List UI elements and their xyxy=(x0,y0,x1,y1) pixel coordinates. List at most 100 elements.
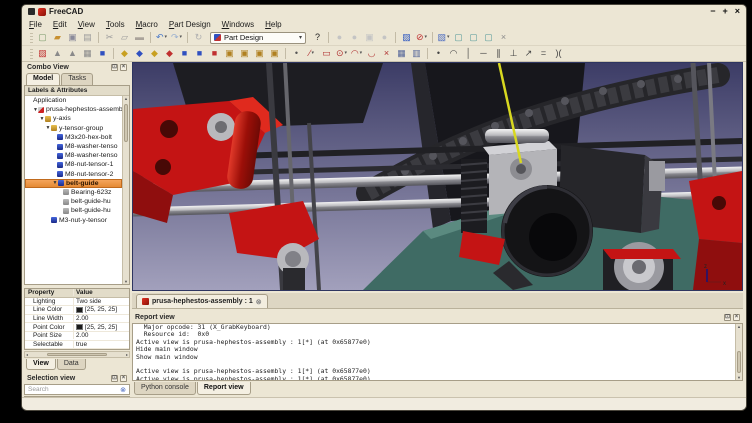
document-tab[interactable]: prusa-hephestos-assembly : 1 ⊗ xyxy=(136,294,268,308)
stop-operation-icon[interactable]: ⊘▾ xyxy=(415,31,428,44)
paste-icon[interactable]: ▬ xyxy=(133,31,146,44)
tree-item-m8-nut-tensor-2[interactable]: M8-nut-tensor-2 xyxy=(25,170,122,179)
chevron-down-icon[interactable]: ▾ xyxy=(165,31,168,44)
carbon-copy-icon[interactable]: ▥ xyxy=(410,47,423,60)
sketch-line-icon[interactable]: ∕▾ xyxy=(305,47,318,60)
dock-close-icon[interactable]: × xyxy=(120,375,127,382)
property-value[interactable]: 2.00 xyxy=(73,332,129,339)
tree-item-belt-guide[interactable]: ▼belt-guide xyxy=(25,179,122,188)
macro-play-icon[interactable]: ● xyxy=(378,31,391,44)
zoom-region-icon[interactable]: ▢ xyxy=(482,31,495,44)
whats-this-icon[interactable]: ? xyxy=(311,31,324,44)
view-sketch-icon[interactable]: ▦ xyxy=(81,47,94,60)
redo-icon[interactable]: ↷▾ xyxy=(170,31,183,44)
tab-report-view[interactable]: Report view xyxy=(197,382,251,395)
new-file-icon[interactable]: ▢ xyxy=(36,31,49,44)
revolution-icon[interactable]: ◆ xyxy=(133,47,146,60)
pocket-icon[interactable]: ◆ xyxy=(148,47,161,60)
dock-close-icon[interactable]: × xyxy=(120,64,127,71)
close-icon[interactable]: × xyxy=(735,7,740,16)
constraint-tangent-icon[interactable]: ↗ xyxy=(522,47,535,60)
tree-item-m3-nut-y-tensor[interactable]: M3-nut-y-tensor xyxy=(25,215,122,224)
constraint-perpendicular-icon[interactable]: ⊥ xyxy=(507,47,520,60)
sketch-trim-icon[interactable]: × xyxy=(380,47,393,60)
dock-float-icon[interactable]: ⊡ xyxy=(111,375,118,382)
workbench-selector[interactable]: Part Design▾ xyxy=(210,32,306,44)
menu-macro[interactable]: Macro xyxy=(131,19,163,30)
constraint-vertical-icon[interactable]: │ xyxy=(462,47,475,60)
fit-all-icon[interactable]: ▢ xyxy=(452,31,465,44)
constraint-arc-icon[interactable]: ◠ xyxy=(447,47,460,60)
report-scrollbar[interactable]: ▲ ▼ xyxy=(735,324,742,380)
tree-item-belt-guide-hu[interactable]: belt-guide-hu xyxy=(25,206,122,215)
pad-icon[interactable]: ◆ xyxy=(118,47,131,60)
sketch-conics-icon[interactable]: ⊙▾ xyxy=(335,47,348,60)
undo-icon[interactable]: ↶▾ xyxy=(155,31,168,44)
create-sketch-icon[interactable]: ▨ xyxy=(36,47,49,60)
property-value[interactable]: true xyxy=(73,341,129,348)
menu-part-design[interactable]: Part Design xyxy=(164,19,216,30)
property-row-lighting[interactable]: LightingTwo side xyxy=(25,298,129,307)
3d-viewport[interactable]: x z xyxy=(132,62,743,291)
tab-data[interactable]: Data xyxy=(57,359,86,370)
edit-sketch-icon[interactable]: ▨ xyxy=(400,31,413,44)
property-hscrollbar[interactable]: ◂▸ xyxy=(24,351,130,358)
tab-view[interactable]: View xyxy=(26,359,56,370)
tree-item-application[interactable]: Application xyxy=(25,96,122,105)
open-file-icon[interactable]: ▰ xyxy=(51,31,64,44)
menu-file[interactable]: File xyxy=(24,19,47,30)
tree-item-y-tensor-group[interactable]: ▼y-tensor-group xyxy=(25,124,122,133)
property-row-point-size[interactable]: Point Size2.00 xyxy=(25,332,129,341)
tab-python-console[interactable]: Python console xyxy=(134,382,196,395)
groove-icon[interactable]: ◆ xyxy=(163,47,176,60)
property-row-selectable[interactable]: Selectabletrue xyxy=(25,341,129,350)
fit-selection-icon[interactable]: ▢ xyxy=(467,31,480,44)
menu-edit[interactable]: Edit xyxy=(48,19,72,30)
chevron-down-icon[interactable]: ▾ xyxy=(447,31,450,44)
chevron-down-icon[interactable]: ▾ xyxy=(312,47,315,60)
tab-tasks[interactable]: Tasks xyxy=(61,73,93,85)
toolbar-drag-handle[interactable] xyxy=(30,48,33,59)
copy-icon[interactable]: ▱ xyxy=(118,31,131,44)
macro-record-icon[interactable]: ● xyxy=(333,31,346,44)
macro-stop-icon[interactable]: ● xyxy=(348,31,361,44)
constraint-equal-icon[interactable]: = xyxy=(537,47,550,60)
property-value[interactable]: [25, 25, 25] xyxy=(73,306,129,313)
search-clear-icon[interactable]: ⊗ xyxy=(120,386,126,394)
external-geometry-icon[interactable]: ▦ xyxy=(395,47,408,60)
property-row-shape-color[interactable]: Shape Color xyxy=(25,349,129,350)
polar-pattern-icon[interactable]: ▣ xyxy=(253,47,266,60)
refresh-icon[interactable]: ↻ xyxy=(192,31,205,44)
sketch-tools-icon[interactable]: ■ xyxy=(96,47,109,60)
dock-float-icon[interactable]: ⊡ xyxy=(111,64,118,71)
tree-item-m8-washer-tenso[interactable]: M8-washer-tenso xyxy=(25,142,122,151)
tree-item-y-axis[interactable]: ▼y-axis xyxy=(25,114,122,123)
cut-icon[interactable]: ✂ xyxy=(103,31,116,44)
property-row-line-width[interactable]: Line Width2.00 xyxy=(25,315,129,324)
tree-scrollbar[interactable]: ▲ ▼ xyxy=(122,96,129,284)
mirrored-icon[interactable]: ▣ xyxy=(223,47,236,60)
tab-model[interactable]: Model xyxy=(26,73,60,85)
constraint-parallel-icon[interactable]: ∥ xyxy=(492,47,505,60)
tree-item-prusa-hephestos-assembly[interactable]: ▼prusa-hephestos-assembly xyxy=(25,105,122,114)
sketch-fillet-icon[interactable]: ◡ xyxy=(365,47,378,60)
tree-item-m3x20-hex-bolt[interactable]: M3x20-hex-bolt xyxy=(25,133,122,142)
axonometric-view-icon[interactable]: ▧▾ xyxy=(437,31,450,44)
chevron-down-icon[interactable]: ▾ xyxy=(180,31,183,44)
toolbar-drag-handle[interactable] xyxy=(30,32,33,43)
property-row-line-color[interactable]: Line Color[25, 25, 25] xyxy=(25,306,129,315)
report-log[interactable]: Major opcode: 31 (X_GrabKeyboard) Resour… xyxy=(132,323,743,381)
tree-item-m8-washer-tenso[interactable]: M8-washer-tenso xyxy=(25,151,122,160)
sketch-rectangle-icon[interactable]: ▭ xyxy=(320,47,333,60)
save-icon[interactable]: ▣ xyxy=(66,31,79,44)
menu-help[interactable]: Help xyxy=(260,19,286,30)
menu-windows[interactable]: Windows xyxy=(217,19,259,30)
tree-item-bearing-623z[interactable]: Bearing-623z xyxy=(25,188,122,197)
property-value[interactable]: Two side xyxy=(73,298,129,305)
selection-search-input[interactable]: Search ⊗ xyxy=(24,384,130,395)
macro-pause-icon[interactable]: ▣ xyxy=(363,31,376,44)
minimize-icon[interactable]: − xyxy=(710,7,715,16)
dock-close-icon[interactable]: × xyxy=(733,314,740,321)
menu-tools[interactable]: Tools xyxy=(101,19,130,30)
constraint-horizontal-icon[interactable]: ─ xyxy=(477,47,490,60)
